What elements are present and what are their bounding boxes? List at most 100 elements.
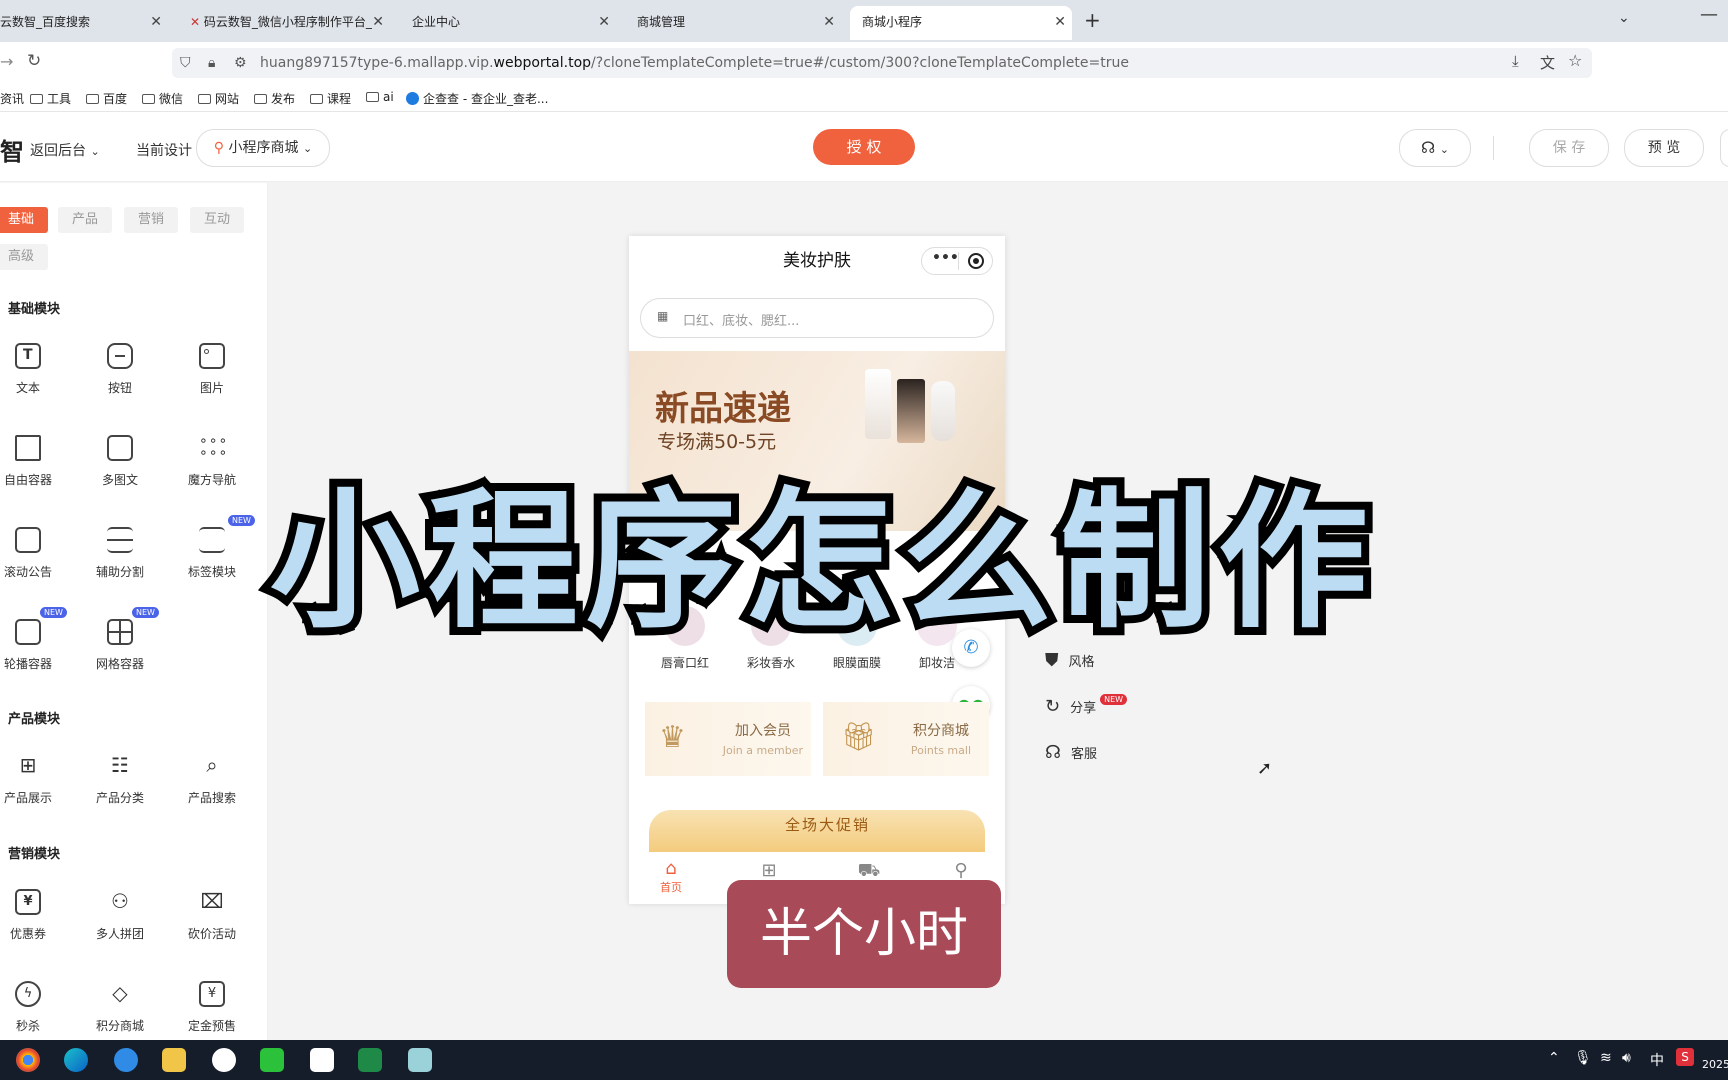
search-input[interactable]: ▦ 口红、底妆、腮红...	[640, 298, 994, 338]
widget-deposit-presale[interactable]: ¥ 定金预售	[172, 981, 252, 1034]
widget-bargain[interactable]: ⌧ 砍价活动	[172, 889, 252, 942]
bookmark-item[interactable]: 资讯	[0, 90, 24, 107]
capsule-menu[interactable]: •••	[921, 247, 993, 275]
download-icon[interactable]: ⤓	[1512, 52, 1519, 70]
widget-tags[interactable]: 标签模块 NEW	[172, 515, 255, 580]
minimize-icon[interactable]: —	[1700, 4, 1718, 25]
bookmark-folder[interactable]: 发布	[254, 90, 295, 107]
headset-icon: ☊	[1421, 138, 1436, 157]
forward-icon[interactable]: →	[0, 52, 13, 71]
wifi-icon[interactable]: ≋	[1600, 1050, 1612, 1066]
tab-product[interactable]: 产品	[58, 207, 112, 233]
grid-dots-icon: ∘∘∘ ∘∘∘	[199, 433, 229, 461]
bookmark-folder[interactable]: 百度	[86, 90, 127, 107]
close-icon[interactable]: ✕	[1054, 6, 1066, 38]
widget-points-mall[interactable]: ◇ 积分商城	[80, 981, 160, 1034]
folder-icon	[30, 94, 43, 104]
url-field[interactable]: ⛉ 🔒︎ ⚙ huang897157type-6.mallapp.vip.web…	[172, 48, 1592, 78]
current-design-select[interactable]: ⚲ 小程序商城 ⌄	[196, 129, 330, 167]
browser-tab-active[interactable]: 商城小程序 ✕	[850, 6, 1072, 40]
bookmark-folder[interactable]: 工具	[30, 90, 71, 107]
back-to-admin-button[interactable]: 返回后台 ⌄	[30, 140, 100, 160]
tag-icon: ⌧	[200, 889, 224, 913]
more-dots-icon[interactable]: •••	[932, 250, 959, 266]
widget-multi-image-text[interactable]: 多图文	[80, 435, 160, 488]
widget-product-category[interactable]: ☷ 产品分类	[80, 753, 160, 806]
excel-icon[interactable]	[358, 1048, 382, 1072]
bookmark-folder[interactable]: ai	[366, 90, 394, 104]
bookmark-item[interactable]: 企查查 - 查企业_查老...	[406, 90, 548, 107]
notepad-icon[interactable]	[408, 1048, 432, 1072]
widget-text[interactable]: T 文本	[0, 343, 68, 396]
browser-tab[interactable]: 云数智_百度搜索 ✕	[0, 6, 168, 40]
sogou-icon[interactable]	[114, 1048, 138, 1072]
tab-basic[interactable]: 基础	[0, 207, 48, 233]
qq-icon[interactable]	[212, 1048, 236, 1072]
widget-divider[interactable]: 辅助分割	[80, 527, 160, 580]
widget-flash-sale[interactable]: ϟ 秒杀	[0, 981, 68, 1034]
chrome-icon[interactable]	[16, 1048, 40, 1072]
more-button[interactable]	[1720, 129, 1728, 167]
panel-item-share[interactable]: ↻ 分享NEW	[1045, 694, 1128, 717]
app-icon[interactable]	[310, 1048, 334, 1072]
widget-label: 积分商城	[95, 1019, 144, 1033]
points-subtitle: Points mall	[910, 744, 971, 757]
ime-indicator[interactable]: 中	[1650, 1050, 1664, 1070]
star-icon[interactable]: ☆	[1568, 51, 1582, 70]
tab-interaction[interactable]: 互动	[190, 207, 244, 233]
widget-grid-container[interactable]: 网格容器 NEW	[80, 607, 160, 672]
panel-item-service[interactable]: ☊ 客服	[1045, 742, 1097, 763]
tab-list-chevron-down-icon[interactable]: ⌄	[1618, 10, 1630, 26]
folder-icon	[142, 94, 155, 104]
browser-tab[interactable]: ✕ 码云数智_微信小程序制作平台_ ✕	[178, 6, 390, 40]
tab-marketing[interactable]: 营销	[124, 207, 178, 233]
authorize-button[interactable]: 授 权	[813, 129, 915, 165]
close-icon[interactable]: ✕	[150, 6, 162, 38]
tray-chevron-up-icon[interactable]: ⌃	[1548, 1050, 1560, 1066]
points-mall-card[interactable]: 🎁︎ 积分商城 Points mall	[823, 702, 989, 776]
nav-category[interactable]: ⊞	[739, 860, 799, 881]
promo-banner[interactable]: 全场大促销	[649, 810, 985, 856]
edge-icon[interactable]	[64, 1048, 88, 1072]
join-member-card[interactable]: ♛ 加入会员 Join a member	[645, 702, 811, 776]
wechat-app-icon[interactable]	[260, 1048, 284, 1072]
widget-scroll-notice[interactable]: 滚动公告	[0, 527, 68, 580]
bookmark-folder[interactable]: 课程	[310, 90, 351, 107]
widget-label: 自由容器	[3, 473, 52, 487]
widget-free-container[interactable]: 自由容器	[0, 435, 68, 488]
volume-icon[interactable]: 🔊︎	[1622, 1050, 1631, 1066]
bookmark-folder[interactable]: 微信	[142, 90, 183, 107]
widget-label: 轮播容器	[3, 657, 52, 671]
chevron-down-icon: ⌄	[90, 145, 100, 158]
new-badge: NEW	[40, 607, 67, 618]
new-tab-icon[interactable]: +	[1084, 8, 1101, 32]
microphone-icon[interactable]: 🎙︎	[1574, 1050, 1592, 1066]
file-explorer-icon[interactable]	[162, 1048, 186, 1072]
widget-product-display[interactable]: ⊞ 产品展示	[0, 753, 68, 806]
tab-advanced[interactable]: 高级	[0, 244, 48, 270]
customer-service-select[interactable]: ☊ ⌄	[1399, 129, 1471, 167]
browser-tab[interactable]: 商城管理 ✕	[625, 6, 841, 40]
widget-coupon[interactable]: ¥ 优惠券	[0, 889, 68, 942]
widget-label: 定金预售	[187, 1019, 236, 1033]
widget-product-search[interactable]: ⌕ 产品搜索	[172, 753, 252, 806]
widget-group-buy[interactable]: ⚇ 多人拼团	[80, 889, 160, 942]
widget-cube-nav[interactable]: ∘∘∘ ∘∘∘ 魔方导航	[172, 433, 252, 488]
close-icon[interactable]: ✕	[823, 6, 835, 38]
save-button[interactable]: 保 存	[1529, 129, 1609, 167]
browser-tab[interactable]: 企业中心 ✕	[400, 6, 616, 40]
sogou-ime-icon[interactable]: S	[1676, 1048, 1694, 1066]
widget-button[interactable]: 按钮	[80, 343, 160, 396]
widget-carousel-container[interactable]: 轮播容器 NEW	[0, 607, 68, 672]
nav-home[interactable]: ⌂ 首页	[641, 858, 701, 895]
translate-icon[interactable]: 文	[1540, 52, 1555, 73]
preview-button[interactable]: 预 览	[1624, 129, 1704, 167]
grid-icon	[107, 619, 133, 645]
reload-icon[interactable]: ↻	[27, 51, 41, 71]
close-capsule-icon[interactable]	[968, 253, 984, 269]
nav-profile[interactable]: ⚲	[931, 860, 991, 881]
close-icon[interactable]: ✕	[372, 6, 384, 38]
widget-image[interactable]: 图片	[172, 343, 252, 396]
bookmark-folder[interactable]: 网站	[198, 90, 239, 107]
close-icon[interactable]: ✕	[598, 6, 610, 38]
